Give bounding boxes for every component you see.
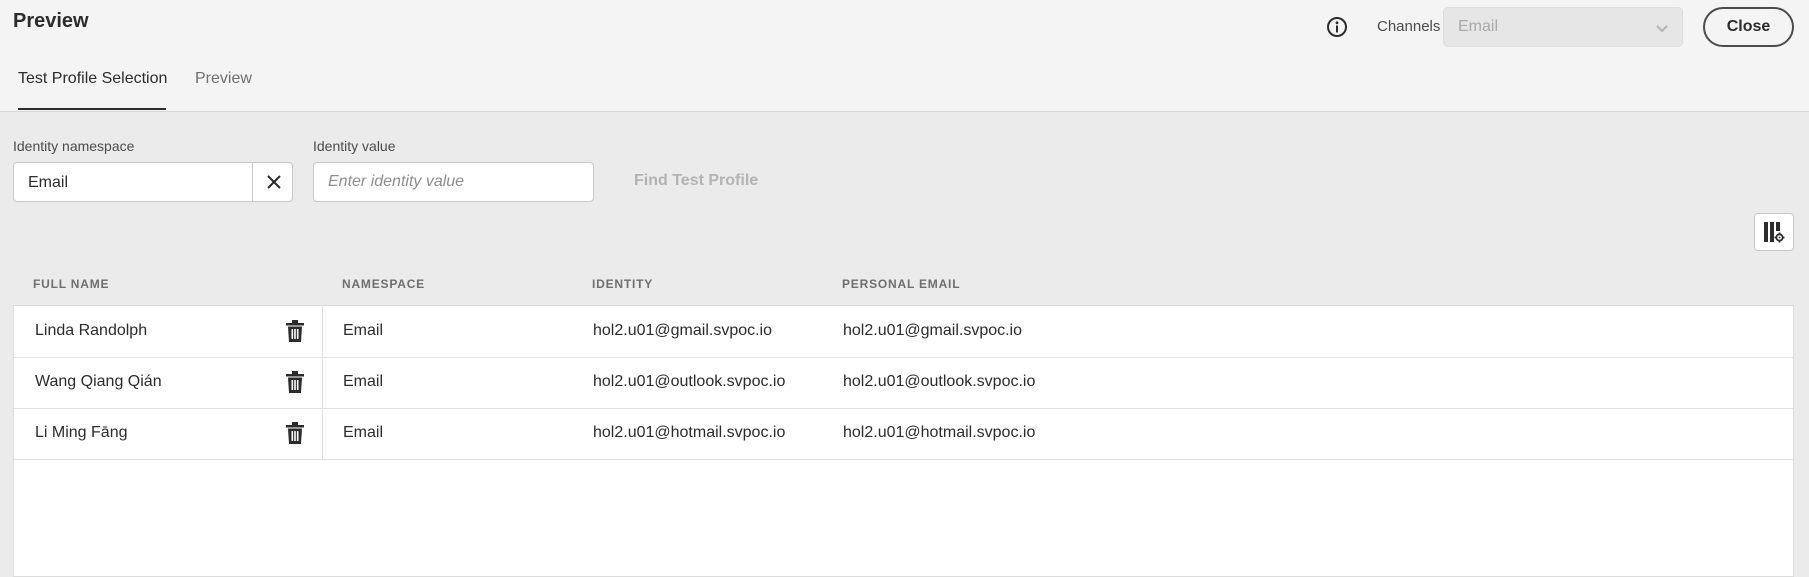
column-divider xyxy=(322,408,323,459)
column-header-full-name[interactable]: FULL NAME xyxy=(33,277,109,291)
header-bar: Preview Channels Email Close Test Profil… xyxy=(0,0,1809,112)
identity-namespace-field[interactable]: Email xyxy=(13,162,293,202)
cell-identity: hol2.u01@outlook.svpoc.io xyxy=(593,373,786,390)
column-settings-icon xyxy=(1764,222,1785,243)
cell-full-name: Wang Qiang Qián xyxy=(35,373,162,390)
cell-personal-email: hol2.u01@outlook.svpoc.io xyxy=(843,373,1036,390)
trash-icon[interactable] xyxy=(286,320,304,342)
active-tab-indicator xyxy=(18,108,166,110)
close-icon xyxy=(266,175,281,189)
cell-full-name: Li Ming Fāng xyxy=(35,424,128,441)
chevron-down-icon xyxy=(1656,25,1668,33)
channels-label: Channels xyxy=(1377,18,1441,35)
table-row[interactable]: Wang Qiang Qián Email hol2.u01@outlook.s… xyxy=(14,357,1793,409)
identity-value-input[interactable] xyxy=(313,162,594,202)
cell-namespace: Email xyxy=(343,373,384,390)
cell-identity: hol2.u01@gmail.svpoc.io xyxy=(593,322,773,339)
tab-preview[interactable]: Preview xyxy=(195,70,252,88)
cell-identity: hol2.u01@hotmail.svpoc.io xyxy=(593,424,786,441)
channels-select[interactable]: Email xyxy=(1443,7,1683,47)
cell-full-name: Linda Randolph xyxy=(35,322,148,339)
column-divider xyxy=(322,306,323,357)
info-icon[interactable] xyxy=(1326,16,1348,38)
column-header-personal-email[interactable]: PERSONAL EMAIL xyxy=(842,277,960,291)
page-title: Preview xyxy=(13,10,89,32)
table-row[interactable]: Linda Randolph Email hol2.u01@gmail.svpo… xyxy=(14,306,1793,358)
clear-namespace-button[interactable] xyxy=(252,163,294,201)
cell-namespace: Email xyxy=(343,322,384,339)
identity-namespace-value: Email xyxy=(28,174,69,191)
close-button[interactable]: Close xyxy=(1703,7,1794,47)
profiles-table: Linda Randolph Email hol2.u01@gmail.svpo… xyxy=(13,305,1794,577)
identity-value-label: Identity value xyxy=(313,138,396,154)
trash-icon[interactable] xyxy=(286,422,304,444)
trash-icon[interactable] xyxy=(286,371,304,393)
column-settings-button[interactable] xyxy=(1754,213,1794,251)
identity-namespace-label: Identity namespace xyxy=(13,138,135,154)
column-divider xyxy=(322,357,323,408)
column-header-identity[interactable]: IDENTITY xyxy=(592,277,653,291)
find-test-profile-button[interactable]: Find Test Profile xyxy=(634,172,758,190)
cell-personal-email: hol2.u01@gmail.svpoc.io xyxy=(843,322,1023,339)
channels-select-value: Email xyxy=(1458,18,1499,35)
column-header-namespace[interactable]: NAMESPACE xyxy=(342,277,425,291)
cell-namespace: Email xyxy=(343,424,384,441)
tab-test-profile-selection[interactable]: Test Profile Selection xyxy=(18,70,167,88)
table-row[interactable]: Li Ming Fāng Email hol2.u01@hotmail.svpo… xyxy=(14,408,1793,460)
cell-personal-email: hol2.u01@hotmail.svpoc.io xyxy=(843,424,1036,441)
